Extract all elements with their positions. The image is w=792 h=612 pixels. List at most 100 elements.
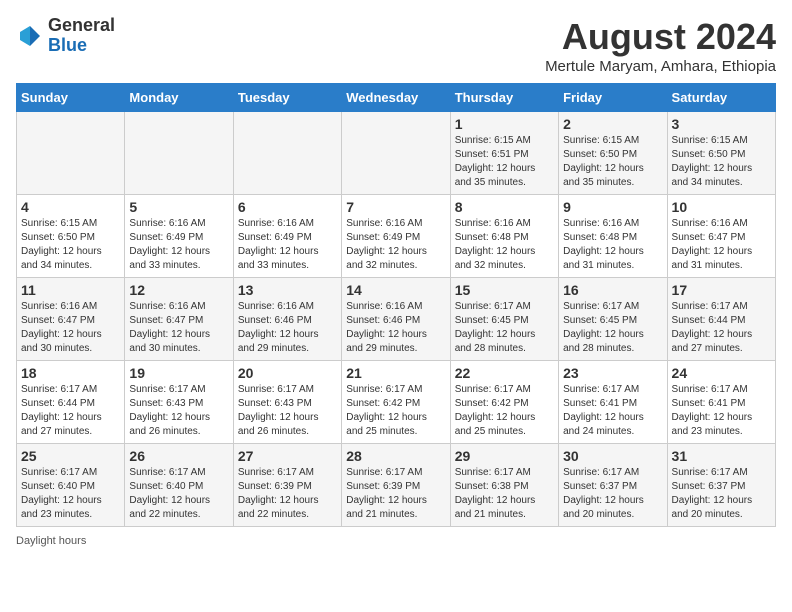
day-number: 27 xyxy=(238,448,337,464)
month-year: August 2024 xyxy=(545,16,776,58)
day-info: Sunrise: 6:17 AM Sunset: 6:37 PM Dayligh… xyxy=(563,466,662,522)
header-cell-friday: Friday xyxy=(559,84,667,112)
day-info: Sunrise: 6:17 AM Sunset: 6:40 PM Dayligh… xyxy=(21,466,120,522)
day-cell-15: 15 Sunrise: 6:17 AM Sunset: 6:45 PM Dayli… xyxy=(450,278,558,361)
day-number: 9 xyxy=(563,199,662,215)
day-info: Sunrise: 6:15 AM Sunset: 6:51 PM Dayligh… xyxy=(455,134,554,190)
header: General Blue August 2024 Mertule Maryam,… xyxy=(16,16,776,75)
footer-note: Daylight hours xyxy=(16,535,776,547)
day-info: Sunrise: 6:17 AM Sunset: 6:39 PM Dayligh… xyxy=(238,466,337,522)
day-number: 4 xyxy=(21,199,120,215)
day-info: Sunrise: 6:16 AM Sunset: 6:47 PM Dayligh… xyxy=(672,217,771,273)
empty-cell xyxy=(125,112,233,195)
day-number: 28 xyxy=(346,448,445,464)
day-cell-11: 11 Sunrise: 6:16 AM Sunset: 6:47 PM Dayli… xyxy=(17,278,125,361)
day-number: 26 xyxy=(129,448,228,464)
day-info: Sunrise: 6:17 AM Sunset: 6:41 PM Dayligh… xyxy=(672,383,771,439)
day-number: 31 xyxy=(672,448,771,464)
day-number: 17 xyxy=(672,282,771,298)
day-number: 13 xyxy=(238,282,337,298)
day-cell-3: 3 Sunrise: 6:15 AM Sunset: 6:50 PM Daylig… xyxy=(667,112,775,195)
day-number: 6 xyxy=(238,199,337,215)
day-number: 16 xyxy=(563,282,662,298)
day-info: Sunrise: 6:16 AM Sunset: 6:49 PM Dayligh… xyxy=(129,217,228,273)
day-info: Sunrise: 6:17 AM Sunset: 6:41 PM Dayligh… xyxy=(563,383,662,439)
week-row-3: 18 Sunrise: 6:17 AM Sunset: 6:44 PM Dayli… xyxy=(17,361,776,444)
day-cell-2: 2 Sunrise: 6:15 AM Sunset: 6:50 PM Daylig… xyxy=(559,112,667,195)
day-cell-19: 19Sunrise: 6:17 AM Sunset: 6:43 PM Dayli… xyxy=(125,361,233,444)
day-number: 11 xyxy=(21,282,120,298)
day-info: Sunrise: 6:17 AM Sunset: 6:44 PM Dayligh… xyxy=(672,300,771,356)
day-cell-8: 8Sunrise: 6:16 AM Sunset: 6:48 PM Daylig… xyxy=(450,195,558,278)
day-cell-9: 9Sunrise: 6:16 AM Sunset: 6:48 PM Daylig… xyxy=(559,195,667,278)
day-info: Sunrise: 6:16 AM Sunset: 6:49 PM Dayligh… xyxy=(238,217,337,273)
day-info: Sunrise: 6:16 AM Sunset: 6:47 PM Dayligh… xyxy=(129,300,228,356)
day-cell-24: 24Sunrise: 6:17 AM Sunset: 6:41 PM Dayli… xyxy=(667,361,775,444)
day-number: 18 xyxy=(21,365,120,381)
day-cell-16: 16 Sunrise: 6:17 AM Sunset: 6:45 PM Dayli… xyxy=(559,278,667,361)
day-info: Sunrise: 6:16 AM Sunset: 6:49 PM Dayligh… xyxy=(346,217,445,273)
day-number: 12 xyxy=(129,282,228,298)
day-number: 21 xyxy=(346,365,445,381)
calendar-body: 1 Sunrise: 6:15 AM Sunset: 6:51 PM Daylig… xyxy=(17,112,776,527)
day-number: 3 xyxy=(672,116,771,132)
day-info: Sunrise: 6:15 AM Sunset: 6:50 PM Dayligh… xyxy=(563,134,662,190)
day-cell-7: 7 Sunrise: 6:16 AM Sunset: 6:49 PM Daylig… xyxy=(342,195,450,278)
day-info: Sunrise: 6:16 AM Sunset: 6:47 PM Dayligh… xyxy=(21,300,120,356)
day-cell-31: 31 Sunrise: 6:17 AM Sunset: 6:37 PM Dayli… xyxy=(667,444,775,527)
day-cell-20: 20Sunrise: 6:17 AM Sunset: 6:43 PM Dayli… xyxy=(233,361,341,444)
day-number: 20 xyxy=(238,365,337,381)
day-info: Sunrise: 6:17 AM Sunset: 6:43 PM Dayligh… xyxy=(129,383,228,439)
header-cell-tuesday: Tuesday xyxy=(233,84,341,112)
day-cell-14: 14Sunrise: 6:16 AM Sunset: 6:46 PM Dayli… xyxy=(342,278,450,361)
day-cell-23: 23 Sunrise: 6:17 AM Sunset: 6:41 PM Dayli… xyxy=(559,361,667,444)
day-info: Sunrise: 6:17 AM Sunset: 6:42 PM Dayligh… xyxy=(346,383,445,439)
day-cell-1: 1 Sunrise: 6:15 AM Sunset: 6:51 PM Daylig… xyxy=(450,112,558,195)
day-cell-6: 6 Sunrise: 6:16 AM Sunset: 6:49 PM Daylig… xyxy=(233,195,341,278)
location: Mertule Maryam, Amhara, Ethiopia xyxy=(545,58,776,75)
day-cell-22: 22 Sunrise: 6:17 AM Sunset: 6:42 PM Dayli… xyxy=(450,361,558,444)
logo-text: General Blue xyxy=(48,16,115,56)
day-number: 29 xyxy=(455,448,554,464)
day-number: 25 xyxy=(21,448,120,464)
day-info: Sunrise: 6:16 AM Sunset: 6:48 PM Dayligh… xyxy=(455,217,554,273)
day-cell-12: 12 Sunrise: 6:16 AM Sunset: 6:47 PM Dayli… xyxy=(125,278,233,361)
day-info: Sunrise: 6:17 AM Sunset: 6:45 PM Dayligh… xyxy=(455,300,554,356)
day-info: Sunrise: 6:15 AM Sunset: 6:50 PM Dayligh… xyxy=(21,217,120,273)
day-info: Sunrise: 6:15 AM Sunset: 6:50 PM Dayligh… xyxy=(672,134,771,190)
header-cell-sunday: Sunday xyxy=(17,84,125,112)
day-number: 1 xyxy=(455,116,554,132)
day-info: Sunrise: 6:17 AM Sunset: 6:40 PM Dayligh… xyxy=(129,466,228,522)
day-cell-29: 29Sunrise: 6:17 AM Sunset: 6:38 PM Dayli… xyxy=(450,444,558,527)
day-cell-27: 27 Sunrise: 6:17 AM Sunset: 6:39 PM Dayli… xyxy=(233,444,341,527)
day-cell-30: 30 Sunrise: 6:17 AM Sunset: 6:37 PM Dayli… xyxy=(559,444,667,527)
day-cell-18: 18 Sunrise: 6:17 AM Sunset: 6:44 PM Dayli… xyxy=(17,361,125,444)
day-cell-13: 13 Sunrise: 6:16 AM Sunset: 6:46 PM Dayli… xyxy=(233,278,341,361)
day-info: Sunrise: 6:17 AM Sunset: 6:45 PM Dayligh… xyxy=(563,300,662,356)
calendar-table: SundayMondayTuesdayWednesdayThursdayFrid… xyxy=(16,83,776,527)
empty-cell xyxy=(342,112,450,195)
day-cell-10: 10 Sunrise: 6:16 AM Sunset: 6:47 PM Dayli… xyxy=(667,195,775,278)
header-row: SundayMondayTuesdayWednesdayThursdayFrid… xyxy=(17,84,776,112)
day-number: 7 xyxy=(346,199,445,215)
week-row-4: 25 Sunrise: 6:17 AM Sunset: 6:40 PM Dayli… xyxy=(17,444,776,527)
day-info: Sunrise: 6:17 AM Sunset: 6:39 PM Dayligh… xyxy=(346,466,445,522)
day-number: 15 xyxy=(455,282,554,298)
day-info: Sunrise: 6:16 AM Sunset: 6:46 PM Dayligh… xyxy=(238,300,337,356)
day-number: 22 xyxy=(455,365,554,381)
day-number: 2 xyxy=(563,116,662,132)
day-number: 14 xyxy=(346,282,445,298)
day-number: 23 xyxy=(563,365,662,381)
header-cell-thursday: Thursday xyxy=(450,84,558,112)
day-cell-21: 21 Sunrise: 6:17 AM Sunset: 6:42 PM Dayli… xyxy=(342,361,450,444)
day-cell-5: 5Sunrise: 6:16 AM Sunset: 6:49 PM Daylig… xyxy=(125,195,233,278)
day-info: Sunrise: 6:17 AM Sunset: 6:37 PM Dayligh… xyxy=(672,466,771,522)
day-number: 30 xyxy=(563,448,662,464)
day-info: Sunrise: 6:17 AM Sunset: 6:44 PM Dayligh… xyxy=(21,383,120,439)
title-area: August 2024 Mertule Maryam, Amhara, Ethi… xyxy=(545,16,776,75)
header-cell-saturday: Saturday xyxy=(667,84,775,112)
day-number: 10 xyxy=(672,199,771,215)
week-row-0: 1 Sunrise: 6:15 AM Sunset: 6:51 PM Daylig… xyxy=(17,112,776,195)
week-row-2: 11 Sunrise: 6:16 AM Sunset: 6:47 PM Dayli… xyxy=(17,278,776,361)
day-info: Sunrise: 6:17 AM Sunset: 6:42 PM Dayligh… xyxy=(455,383,554,439)
